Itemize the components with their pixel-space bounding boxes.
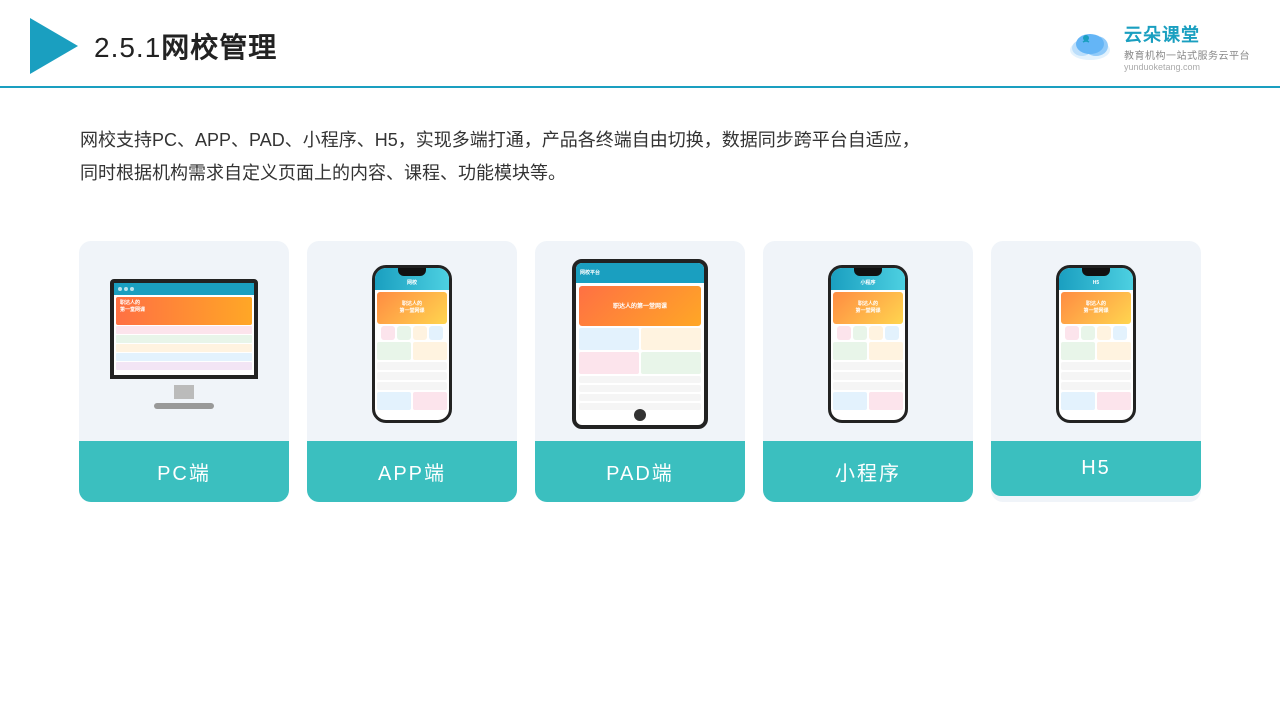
brand-tagline: 教育机构一站式服务云平台 [1124, 47, 1250, 62]
card-pc-label: PC端 [79, 441, 289, 502]
header-left: 2.5.1网校管理 [30, 18, 277, 74]
card-app: 网校 职达人的第一堂网课 [307, 241, 517, 502]
card-pc: 职达人的第一堂网课 [79, 241, 289, 502]
phone-app-icon: 网校 职达人的第一堂网课 [372, 265, 452, 423]
cards-row: 职达人的第一堂网课 [0, 221, 1280, 522]
card-pad-label: PAD端 [535, 441, 745, 502]
card-app-label: APP端 [307, 441, 517, 502]
page-header: 2.5.1网校管理 云朵课堂 教育机构一站式服务云平台 yunduoketang… [0, 0, 1280, 88]
tablet-pad-icon: 网校平台 职达人的第一堂网课 [572, 259, 708, 429]
brand-text-block: 云朵课堂 教育机构一站式服务云平台 yunduoketang.com [1124, 21, 1250, 72]
card-miniapp-image: 小程序 职达人的第一堂网课 [763, 241, 973, 441]
card-pad-image: 网校平台 职达人的第一堂网课 [535, 241, 745, 441]
card-h5-image: H5 职达人的第一堂网课 [991, 241, 1201, 441]
pc-monitor-icon: 职达人的第一堂网课 [104, 279, 264, 409]
phone-h5-icon: H5 职达人的第一堂网课 [1056, 265, 1136, 423]
card-h5-label: H5 [991, 441, 1201, 496]
card-pc-image: 职达人的第一堂网课 [79, 241, 289, 441]
phone-miniapp-icon: 小程序 职达人的第一堂网课 [828, 265, 908, 423]
cloud-icon [1064, 26, 1116, 66]
brand-logo: 云朵课堂 教育机构一站式服务云平台 yunduoketang.com [1064, 21, 1250, 72]
card-h5: H5 职达人的第一堂网课 [991, 241, 1201, 502]
card-miniapp-label: 小程序 [763, 441, 973, 502]
section-number: 2.5.1 [94, 32, 161, 63]
brand-name: 云朵课堂 [1124, 21, 1200, 47]
card-pad: 网校平台 职达人的第一堂网课 [535, 241, 745, 502]
card-app-image: 网校 职达人的第一堂网课 [307, 241, 517, 441]
description-text: 网校支持PC、APP、PAD、小程序、H5，实现多端打通，产品各终端自由切换，数… [0, 88, 1000, 211]
brand-url: yunduoketang.com [1124, 62, 1200, 72]
card-miniapp: 小程序 职达人的第一堂网课 [763, 241, 973, 502]
logo-triangle-icon [30, 18, 78, 74]
page-title: 2.5.1网校管理 [94, 26, 277, 66]
